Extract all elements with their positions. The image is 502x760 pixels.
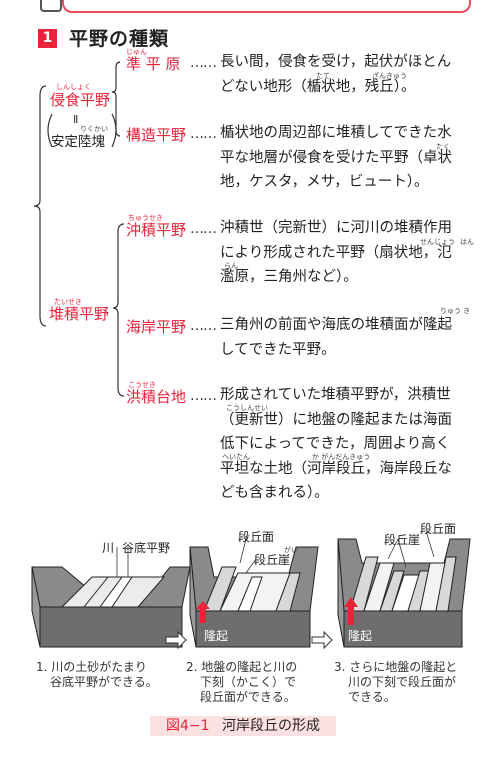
desc-line: 平坦な土地（河岸段丘，海岸段丘な (220, 460, 452, 477)
terrace-cliff-label-3: 段丘崖 (384, 533, 421, 547)
desc-line: （更新世）に地盤の隆起または海面 (220, 411, 452, 428)
peneplain-description: 長い間，侵食を受け，起伏がほとん どない地形（楯状地，残丘）。 (220, 50, 451, 99)
caption-line: 川の下刻で段丘面が (348, 675, 457, 689)
caption-stage-2: 2. 地盤の隆起と川の 下刻（かこく）で 段丘面ができる。 (186, 660, 297, 705)
alluvial-plain-term: 沖積平野 (126, 221, 187, 239)
desc-line: 平な地層が侵食を受けた平野（卓状 (220, 149, 452, 166)
caption-line: 2. 地盤の隆起と川の (186, 660, 298, 674)
peneplain-term: 準 平 原 (126, 55, 181, 73)
structural-plain-term: 構造平野 (126, 126, 187, 144)
shinshoku-plain-label: 侵食平野 (50, 91, 111, 109)
desc-line: 長い間，侵食を受け，起伏がほとん (220, 54, 452, 70)
desc-line: 楯状地の周辺部に堆積してできた水 (220, 125, 452, 141)
terrace-surface-label-3: 段丘面 (420, 522, 457, 536)
uplift-label-3: 隆起 (348, 629, 373, 643)
caption-line: 谷底平野ができる。 (50, 675, 158, 689)
taiseki-plain-label: 堆積平野 (49, 305, 110, 323)
leader-dots: …… (190, 388, 217, 404)
uplift-label-2: 隆起 (204, 629, 229, 643)
figure-caption: 図4−1 河岸段丘の形成 (150, 716, 336, 736)
caption-line: 下刻（かこく）で (200, 675, 297, 689)
valley-plain-label: 谷底平野 (122, 541, 171, 555)
caption-stage-1: 1. 川の土砂がたまり 谷底平野ができる。 (36, 660, 158, 690)
structural-plain-description: 楯状地の周辺部に堆積してできた水 平な地層が侵食を受けた平野（卓状 地，ケスタ，… (220, 121, 452, 195)
stage-1-block (31, 566, 191, 648)
desc-line: 地，ケスタ，メサ，ビュート）。 (220, 174, 429, 190)
figure-title: 河岸段丘の形成 (222, 718, 320, 734)
figure-number: 図4−1 (166, 718, 210, 734)
caption-stage-3: 3. さらに地盤の隆起と 川の下刻で段丘面が できる。 (334, 660, 457, 705)
caption-line: 段丘面ができる。 (200, 690, 296, 704)
desc-line: 低下によってできた，周囲より高く (220, 436, 451, 452)
desc-line: してできた平野。 (220, 341, 336, 358)
desc-line: ども含まれる）。 (220, 485, 329, 501)
terrace-cliff-ruby: がい (284, 546, 298, 554)
coastal-plain-description: 三角州の前面や海底の堆積面が隆起 してできた平野。 (220, 313, 452, 362)
river-label: 川 (102, 541, 115, 555)
desc-line: 沖積世（完新世）に河川の堆積作用 (220, 220, 452, 236)
caption-line: 3. さらに地盤の隆起と (334, 660, 458, 674)
desc-line: 形成されていた堆積平野が，洪積世 (220, 387, 451, 403)
caption-line: 1. 川の土砂がたまり (36, 660, 147, 674)
desc-line: どない地形（楯状地，残丘）。 (220, 78, 416, 95)
coastal-plain-term: 海岸平野 (126, 318, 187, 336)
terrace-surface-label-2: 段丘面 (238, 530, 275, 544)
note-symbol: Ⅱ (73, 113, 79, 126)
caption-line: できる。 (348, 690, 396, 704)
diluvial-upland-term: 洪積台地 (126, 388, 187, 406)
diluvial-upland-description: 形成されていた堆積平野が，洪積世 （更新世）に地盤の隆起または海面 低下によって… (220, 383, 452, 506)
leader-dots: …… (190, 55, 217, 71)
ruby-han: はん (460, 238, 474, 246)
leader-dots: …… (190, 126, 217, 142)
alluvial-plain-description: 沖積世（完新世）に河川の堆積作用 により形成された平野（扇状地，氾 濫原，三角州… (220, 216, 452, 290)
leader-dots: …… (190, 221, 217, 237)
desc-line: 三角州の前面や海底の堆積面が隆起 (220, 317, 452, 333)
stable-land-mass-label: 安定陸塊 (51, 134, 105, 150)
desc-line: により形成された平野（扇状地，氾 (220, 244, 452, 261)
leader-dots: …… (190, 318, 217, 334)
desc-line: 濫原，三角州など）。 (220, 269, 358, 285)
